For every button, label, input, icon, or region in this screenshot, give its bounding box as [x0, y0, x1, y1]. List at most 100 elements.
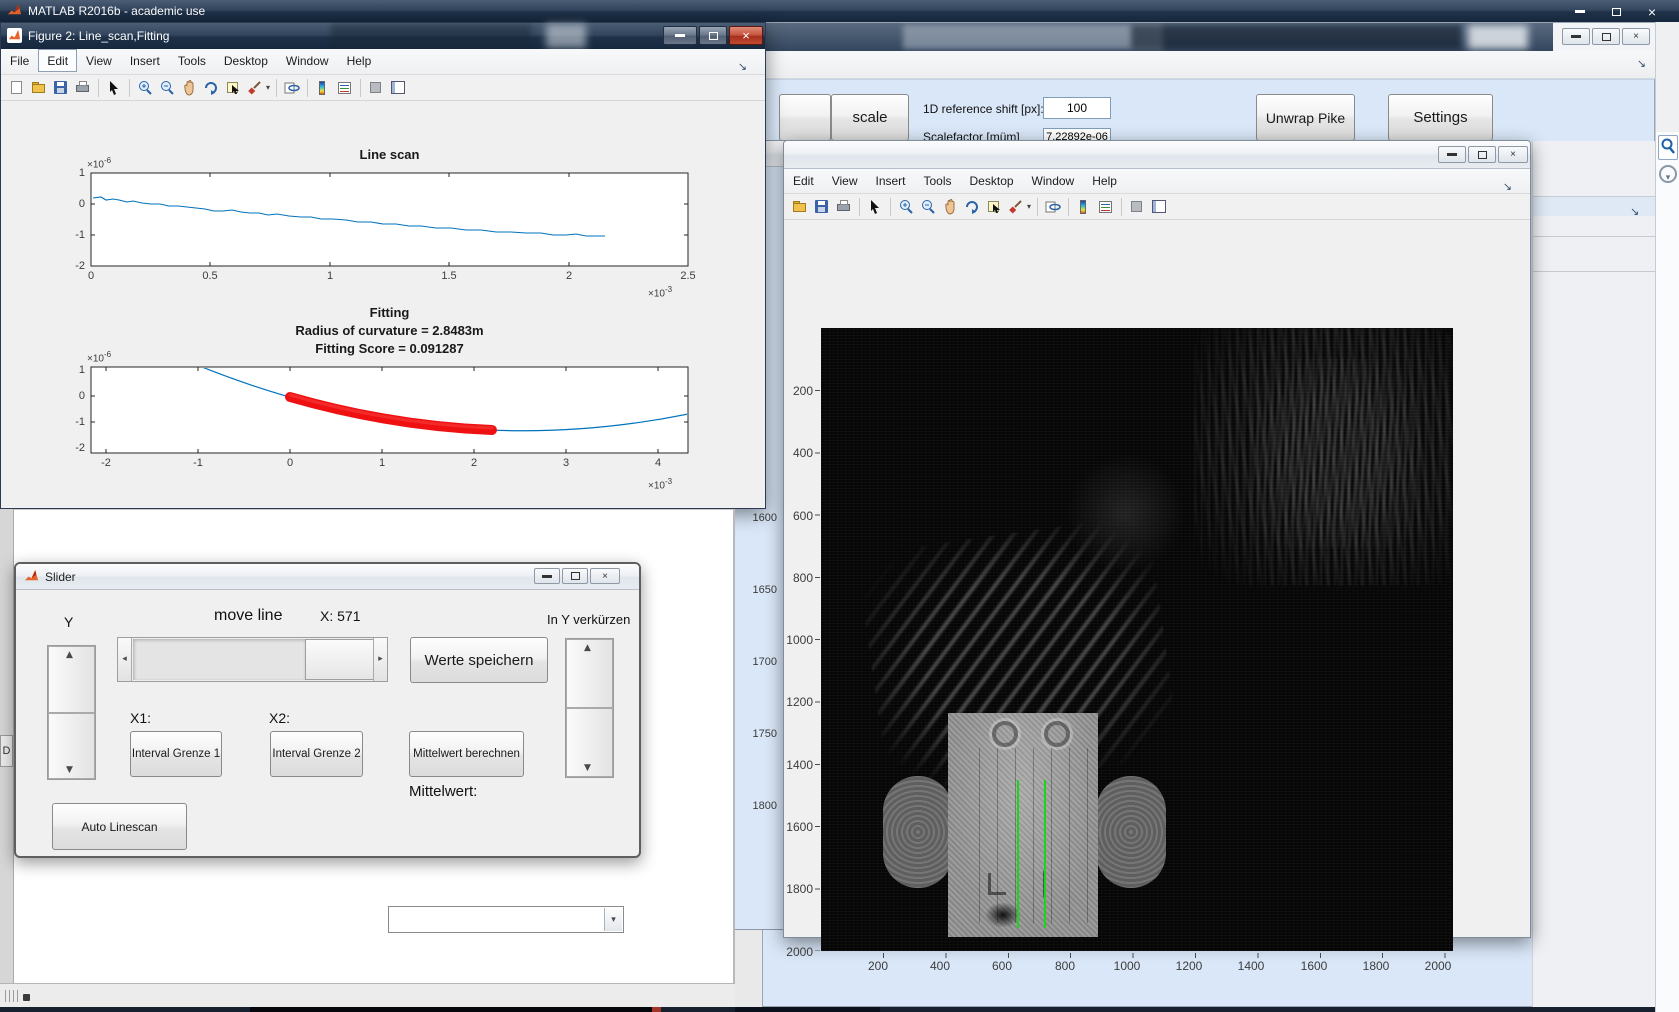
rf-maximize-button[interactable] [1468, 146, 1496, 163]
menu-insert[interactable]: Insert [121, 49, 169, 72]
menu-file[interactable]: File [1, 49, 38, 72]
gui-minimize-button[interactable] [1562, 28, 1590, 45]
menu-window[interactable]: Window [277, 49, 338, 72]
open-icon[interactable] [791, 198, 809, 216]
pan-icon[interactable] [941, 198, 959, 216]
gui-close-button[interactable]: × [1622, 28, 1650, 45]
mittelwert-berechnen-button[interactable]: Mittelwert berechnen [409, 731, 524, 777]
combobox-arrow-button[interactable]: ▾ [604, 908, 622, 931]
slider-maximize-button[interactable] [562, 568, 588, 584]
shorten-slider-up[interactable]: ▲ [566, 639, 613, 708]
show-plot-tools-icon[interactable] [1150, 198, 1168, 216]
brush-icon[interactable] [246, 79, 264, 97]
fig2-close-button[interactable]: × [729, 26, 763, 45]
save-icon[interactable] [813, 198, 831, 216]
y-slider[interactable]: ▲ ▼ [47, 645, 96, 780]
dock-icon[interactable]: ↘ [1630, 205, 1639, 218]
cursor-icon[interactable] [105, 79, 123, 97]
print-icon[interactable] [835, 198, 853, 216]
datacursor-icon[interactable] [985, 198, 1003, 216]
brush-caret-icon[interactable]: ▾ [266, 83, 270, 92]
werte-speichern-button[interactable]: Werte speichern [410, 637, 548, 683]
fig2-maximize-button[interactable] [699, 26, 727, 45]
menu-view[interactable]: View [823, 169, 867, 192]
legend-icon[interactable] [336, 79, 354, 97]
linescan-marker-line[interactable] [1017, 780, 1019, 928]
pan-icon[interactable] [180, 79, 198, 97]
slider-trough[interactable] [133, 639, 305, 680]
right-figure-titlebar[interactable] [784, 141, 1530, 169]
menu-insert[interactable]: Insert [866, 169, 914, 192]
menu-edit[interactable]: Edit [38, 49, 78, 72]
hide-plot-tools-icon[interactable] [1128, 198, 1146, 216]
colorbar-icon[interactable] [1075, 198, 1093, 216]
menu-desktop[interactable]: Desktop [215, 49, 277, 72]
link-plot-icon[interactable] [1044, 198, 1062, 216]
zoom-out-icon[interactable] [919, 198, 937, 216]
colorbar-icon[interactable] [314, 79, 332, 97]
zoom-in-icon[interactable] [136, 79, 154, 97]
menu-edit[interactable]: Edit [784, 169, 823, 192]
save-icon[interactable] [52, 79, 70, 97]
slider-right-arrow[interactable]: ▸ [373, 638, 387, 681]
dock-icon[interactable]: ↘ [729, 55, 756, 77]
minimize-button[interactable] [1563, 2, 1597, 21]
rotate-icon[interactable] [202, 79, 220, 97]
unwrap-pike-button[interactable]: Unwrap Pike [1256, 94, 1355, 141]
slider-left-arrow[interactable]: ◂ [118, 638, 132, 681]
brush-caret-icon[interactable]: ▾ [1027, 202, 1031, 211]
show-plot-tools-icon[interactable] [389, 79, 407, 97]
y-slider-up[interactable]: ▲ [48, 646, 95, 713]
menu-window[interactable]: Window [1023, 169, 1084, 192]
dock-icon[interactable]: ↘ [1637, 57, 1646, 70]
print-icon[interactable] [74, 79, 92, 97]
ref-shift-input[interactable]: 100 [1043, 97, 1111, 119]
taskbar-sliver[interactable] [0, 1007, 1679, 1012]
slider-minimize-button[interactable] [534, 568, 560, 584]
dock-tab[interactable]: D [0, 735, 13, 767]
legend-icon[interactable] [1097, 198, 1115, 216]
menu-tools[interactable]: Tools [169, 49, 215, 72]
close-button[interactable]: × [1635, 2, 1669, 21]
shorten-slider[interactable]: ▲ ▼ [565, 638, 614, 778]
menu-view[interactable]: View [77, 49, 121, 72]
menu-help[interactable]: Help [1083, 169, 1126, 192]
cursor-icon[interactable] [866, 198, 884, 216]
shorten-slider-down[interactable]: ▼ [566, 708, 613, 777]
partial-button[interactable] [779, 94, 831, 141]
slider-titlebar[interactable]: Slider × [16, 564, 639, 590]
wafer-image[interactable] [821, 328, 1453, 951]
rf-close-button[interactable]: × [1498, 146, 1528, 163]
slider-close-button[interactable]: × [590, 568, 620, 584]
rf-minimize-button[interactable] [1438, 146, 1466, 163]
settings-button[interactable]: Settings [1388, 94, 1493, 141]
fig2-minimize-button[interactable] [663, 26, 697, 45]
new-figure-icon[interactable] [8, 79, 26, 97]
gui-maximize-button[interactable] [1592, 28, 1620, 45]
search-button[interactable] [1658, 135, 1678, 160]
move-line-slider[interactable]: ◂ ▸ [117, 637, 388, 682]
hide-plot-tools-icon[interactable] [367, 79, 385, 97]
link-plot-icon[interactable] [283, 79, 301, 97]
zoom-in-icon[interactable] [897, 198, 915, 216]
menu-desktop[interactable]: Desktop [961, 169, 1023, 192]
linescan-marker-line[interactable] [1044, 780, 1046, 928]
menu-help[interactable]: Help [338, 49, 381, 72]
interval-grenze-1-button[interactable]: Interval Grenze 1 [130, 731, 222, 777]
background-combobox[interactable]: ▾ [388, 906, 624, 933]
auto-linescan-button[interactable]: Auto Linescan [52, 803, 187, 850]
open-icon[interactable] [30, 79, 48, 97]
figure2-titlebar[interactable]: Figure 2: Line_scan,Fitting [1, 23, 765, 49]
grip-icon[interactable] [5, 990, 19, 1002]
datacursor-icon[interactable] [224, 79, 242, 97]
zoom-out-icon[interactable] [158, 79, 176, 97]
expand-button[interactable]: ▾ [1659, 165, 1677, 183]
scale-button[interactable]: scale [831, 94, 909, 141]
y-slider-down[interactable]: ▼ [48, 712, 95, 779]
slider-thumb[interactable] [305, 639, 374, 680]
rotate-icon[interactable] [963, 198, 981, 216]
brush-icon[interactable] [1007, 198, 1025, 216]
menu-tools[interactable]: Tools [915, 169, 961, 192]
interval-grenze-2-button[interactable]: Interval Grenze 2 [270, 731, 363, 777]
figure2-canvas[interactable]: Line scan ×10-6 1 0 -1 -2 0 0.5 1 1.5 2 … [1, 101, 765, 508]
